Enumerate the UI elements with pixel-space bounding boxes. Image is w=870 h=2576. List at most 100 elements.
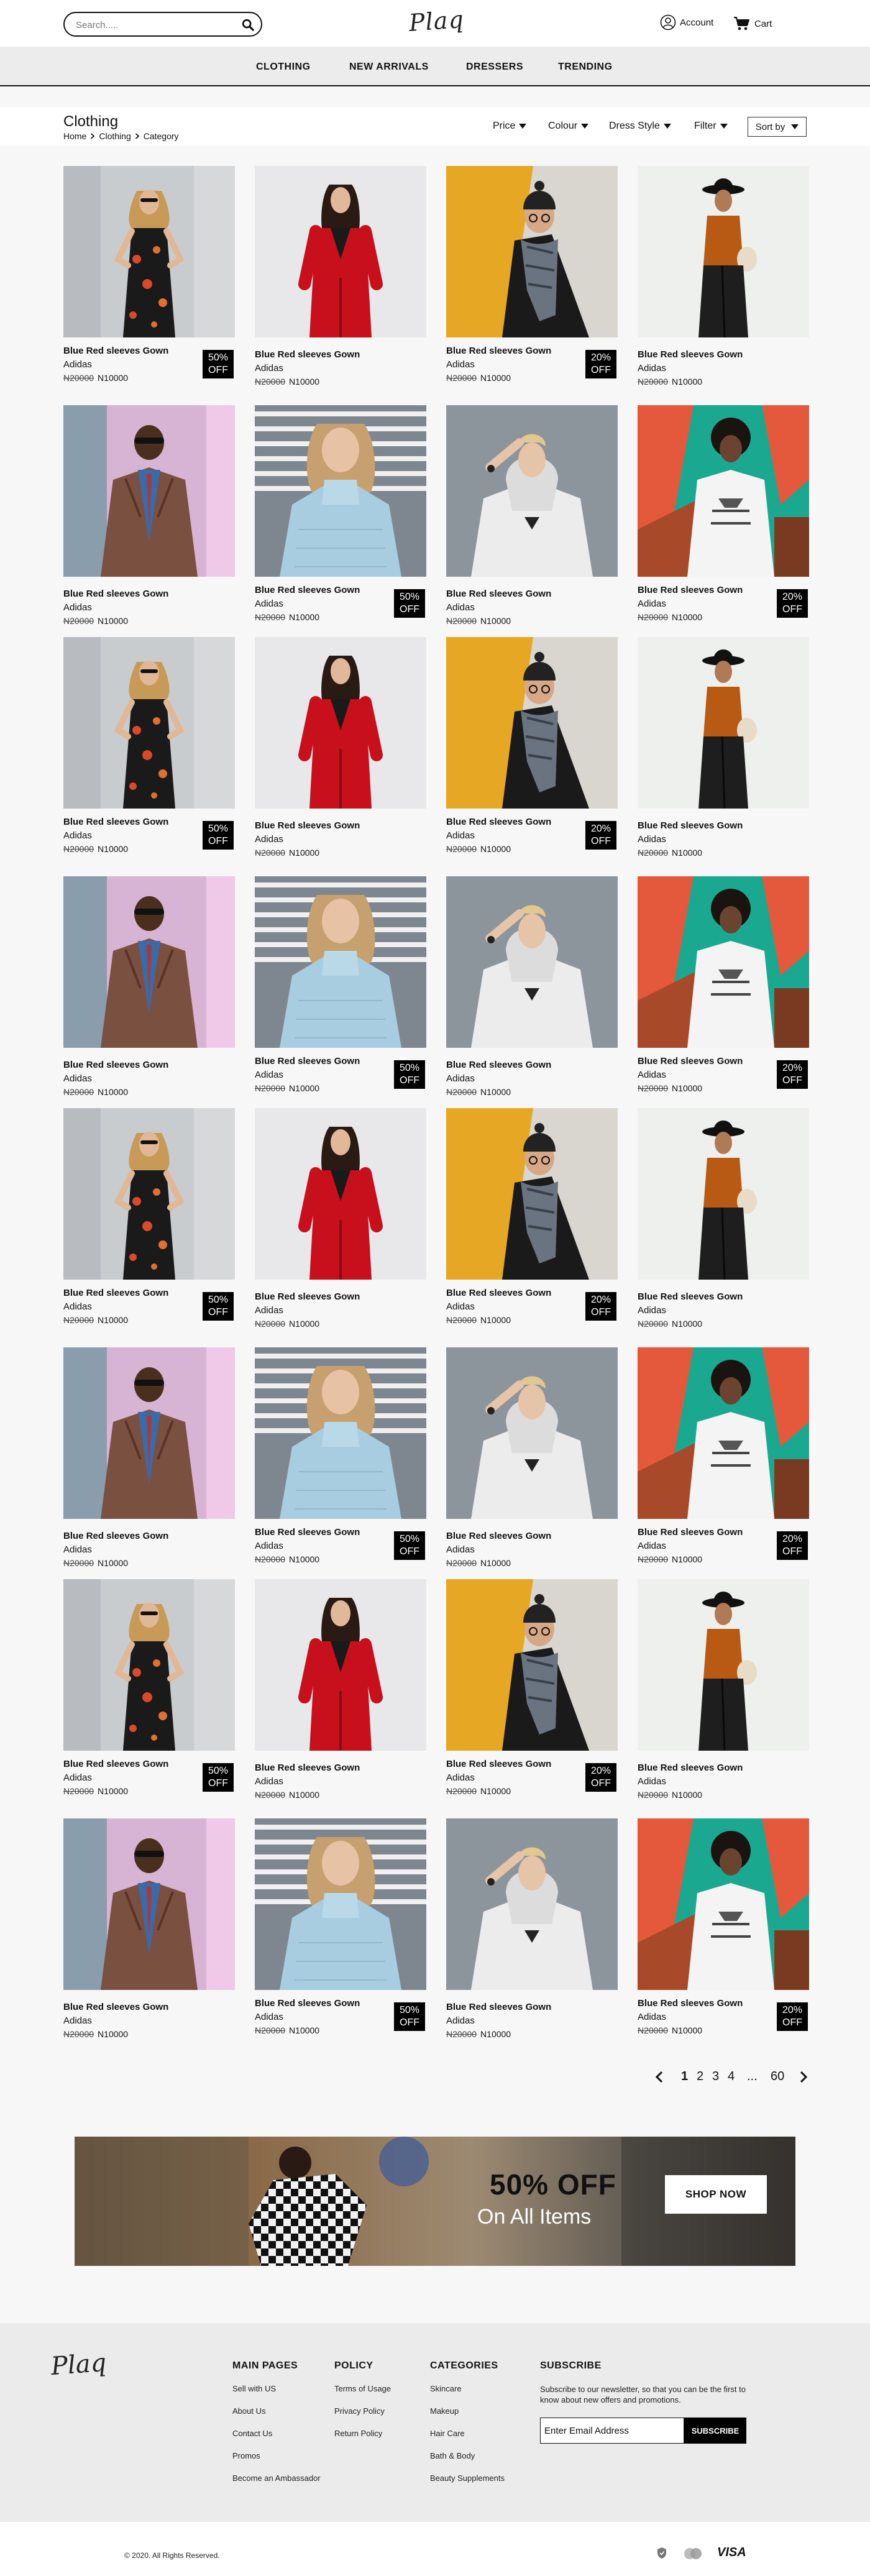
footer-link-promos[interactable]: Promos [232,2451,321,2460]
footer-link-ambassador[interactable]: Become an Ambassador [232,2473,321,2483]
product-image[interactable] [638,1818,809,1990]
product-name[interactable]: Blue Red sleeves Gown [638,820,743,831]
product-name[interactable]: Blue Red sleeves Gown [255,1056,360,1066]
product-image[interactable] [638,637,809,809]
product-name[interactable]: Blue Red sleeves Gown [63,817,168,827]
cart-link[interactable]: Cart [733,15,772,32]
footer-link-contact[interactable]: Contact Us [232,2429,321,2438]
product-name[interactable]: Blue Red sleeves Gown [63,1060,168,1070]
product-name[interactable]: Blue Red sleeves Gown [63,1531,168,1541]
product-image[interactable] [255,1818,426,1990]
product-image[interactable] [63,876,235,1048]
nav-item-trending[interactable]: TRENDING [558,62,613,73]
product-image[interactable] [63,166,235,337]
page-last[interactable]: 60 [771,2070,784,2084]
product-image[interactable] [63,1108,235,1280]
site-logo[interactable]: Plaq [408,6,465,37]
product-name[interactable]: Blue Red sleeves Gown [638,585,743,595]
product-name[interactable]: Blue Red sleeves Gown [446,1759,551,1769]
product-image[interactable] [446,1579,618,1751]
product-image[interactable] [63,1347,235,1519]
product-image[interactable] [638,1108,809,1280]
product-name[interactable]: Blue Red sleeves Gown [63,2002,168,2012]
product-image[interactable] [63,405,235,577]
filter-dress-style[interactable]: Dress Style [609,121,671,132]
footer-link-supplements[interactable]: Beauty Supplements [430,2473,505,2483]
filter-colour[interactable]: Colour [548,121,589,132]
footer-link-bath-body[interactable]: Bath & Body [430,2451,505,2460]
product-image[interactable] [446,405,618,577]
product-name[interactable]: Blue Red sleeves Gown [638,1527,743,1538]
filter-price[interactable]: Price [493,121,527,132]
product-name[interactable]: Blue Red sleeves Gown [255,1291,360,1302]
product-image[interactable] [446,1108,618,1280]
product-image[interactable] [255,1108,426,1280]
page-1[interactable]: 1 [681,2070,688,2084]
product-name[interactable]: Blue Red sleeves Gown [63,346,168,356]
footer-link-makeup[interactable]: Makeup [430,2406,505,2416]
footer-link-sell[interactable]: Sell with US [232,2384,321,2393]
product-image[interactable] [255,1579,426,1751]
product-image[interactable] [446,876,618,1048]
prev-page-icon[interactable] [655,2071,664,2083]
product-image[interactable] [638,166,809,337]
search-input[interactable] [75,19,239,31]
subscribe-button[interactable]: SUBSCRIBE [684,2418,746,2444]
product-image[interactable] [638,405,809,577]
product-name[interactable]: Blue Red sleeves Gown [63,1288,168,1298]
product-image[interactable] [255,876,426,1048]
product-name[interactable]: Blue Red sleeves Gown [446,2002,551,2012]
product-image[interactable] [255,405,426,577]
product-name[interactable]: Blue Red sleeves Gown [63,1759,168,1769]
product-name[interactable]: Blue Red sleeves Gown [255,820,360,831]
breadcrumb-category[interactable]: Category [144,131,179,141]
product-name[interactable]: Blue Red sleeves Gown [255,585,360,595]
email-field[interactable] [540,2418,684,2444]
nav-item-new-arrivals[interactable]: NEW ARRIVALS [349,62,429,73]
breadcrumb-home[interactable]: Home [63,131,86,141]
page-2[interactable]: 2 [697,2070,703,2084]
product-image[interactable] [638,1579,809,1751]
footer-logo[interactable]: Plaq [50,2349,108,2381]
product-image[interactable] [638,1347,809,1519]
sort-by-dropdown[interactable]: Sort by [748,117,807,137]
footer-link-haircare[interactable]: Hair Care [430,2429,505,2438]
product-name[interactable]: Blue Red sleeves Gown [446,1531,551,1541]
product-image[interactable] [446,1818,618,1990]
product-image[interactable] [255,637,426,809]
product-name[interactable]: Blue Red sleeves Gown [638,1056,743,1066]
search-bar[interactable] [63,12,262,37]
breadcrumb-clothing[interactable]: Clothing [99,131,130,141]
product-image[interactable] [446,637,618,809]
product-name[interactable]: Blue Red sleeves Gown [255,1527,360,1538]
page-3[interactable]: 3 [712,2070,719,2084]
product-name[interactable]: Blue Red sleeves Gown [638,1998,743,2009]
product-name[interactable]: Blue Red sleeves Gown [446,817,551,827]
shop-now-button[interactable]: SHOP NOW [665,2175,767,2214]
product-name[interactable]: Blue Red sleeves Gown [63,589,168,599]
footer-link-skincare[interactable]: Skincare [430,2384,505,2393]
account-link[interactable]: Account [660,14,713,31]
search-icon[interactable] [241,18,255,32]
product-image[interactable] [63,637,235,809]
product-name[interactable]: Blue Red sleeves Gown [446,1288,551,1298]
nav-item-dressers[interactable]: DRESSERS [466,62,523,73]
product-name[interactable]: Blue Red sleeves Gown [446,1060,551,1070]
product-name[interactable]: Blue Red sleeves Gown [255,1998,360,2009]
product-image[interactable] [638,876,809,1048]
page-4[interactable]: 4 [728,2070,735,2084]
product-image[interactable] [63,1818,235,1990]
product-name[interactable]: Blue Red sleeves Gown [446,346,551,356]
footer-link-terms[interactable]: Terms of Usage [334,2384,391,2393]
filter-more[interactable]: Filter [694,121,728,132]
footer-link-return[interactable]: Return Policy [334,2429,391,2438]
product-name[interactable]: Blue Red sleeves Gown [255,1762,360,1773]
product-name[interactable]: Blue Red sleeves Gown [446,589,551,599]
next-page-icon[interactable] [799,2071,808,2083]
product-name[interactable]: Blue Red sleeves Gown [638,1762,743,1773]
product-name[interactable]: Blue Red sleeves Gown [255,349,360,360]
product-image[interactable] [63,1579,235,1751]
nav-item-clothing[interactable]: CLOTHING [256,62,311,73]
product-image[interactable] [255,166,426,337]
product-name[interactable]: Blue Red sleeves Gown [638,1291,743,1302]
